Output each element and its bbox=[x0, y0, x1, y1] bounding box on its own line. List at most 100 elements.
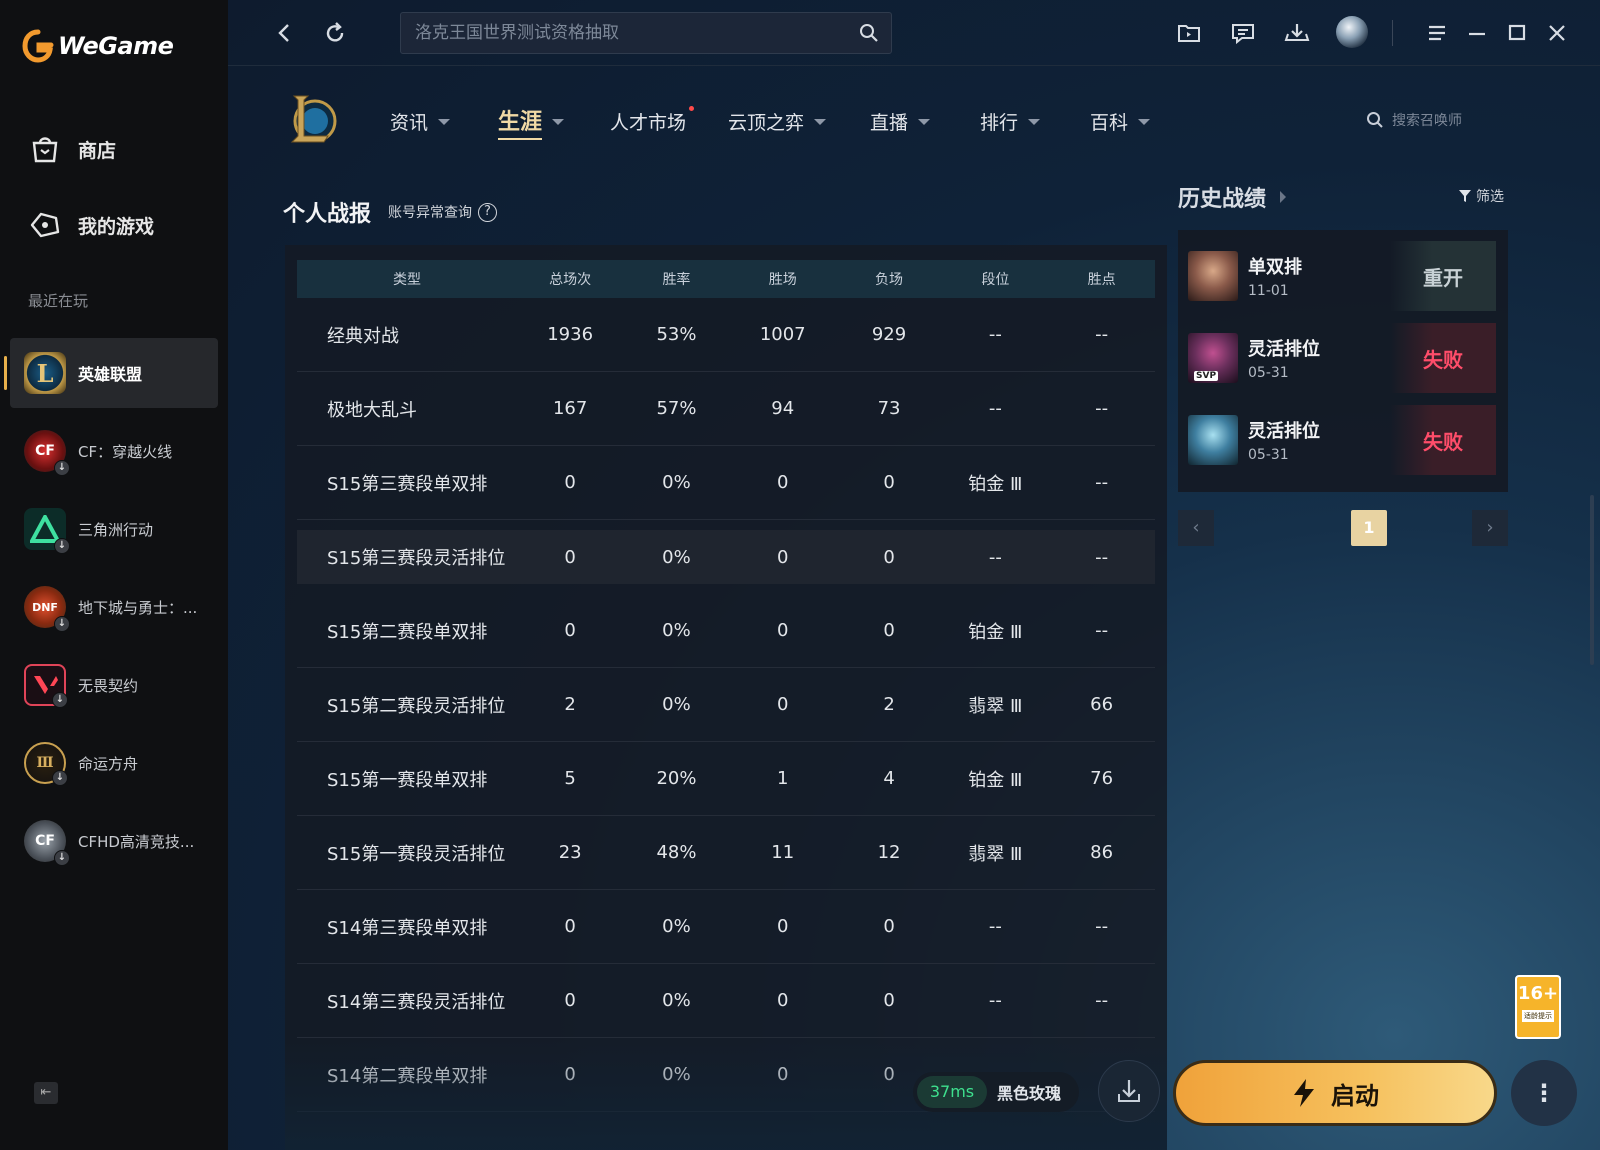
delta-force-icon: ↓ bbox=[24, 508, 70, 554]
recent-game-delta-force[interactable]: ↓ 三角洲行动 bbox=[10, 494, 218, 564]
search-icon bbox=[1367, 112, 1383, 128]
table-cell: 经典对战 bbox=[327, 325, 399, 347]
table-row: S15第三赛段单双排 0 0% 0 0 铂金 Ⅲ -- bbox=[297, 446, 1155, 520]
summoner-search-input[interactable]: 搜索召唤师 bbox=[1358, 100, 1508, 140]
match-mode: 单双排 bbox=[1248, 257, 1302, 278]
update-download-button[interactable] bbox=[1098, 1060, 1160, 1122]
tab-wiki[interactable]: 百科 bbox=[1090, 108, 1151, 135]
table-cell: S14第三赛段单双排 bbox=[327, 917, 488, 939]
nav-my-games[interactable]: 我的游戏 bbox=[28, 208, 154, 242]
table-row: S15第二赛段灵活排位 2 0% 0 2 翡翠 Ⅲ 66 bbox=[297, 668, 1155, 742]
more-options-button[interactable]: ⋮ bbox=[1511, 1060, 1577, 1126]
tab-career[interactable]: 生涯 bbox=[498, 104, 565, 140]
champion-portrait: SVP bbox=[1188, 333, 1238, 383]
game-name: CFHD高清竞技... bbox=[78, 832, 195, 851]
match-result: 失败 bbox=[1390, 405, 1496, 475]
download-badge-icon: ↓ bbox=[52, 692, 68, 708]
account-check-link[interactable]: 账号异常查询 ? bbox=[388, 202, 497, 222]
page-number-button[interactable]: 1 bbox=[1351, 510, 1387, 546]
summoner-search-placeholder: 搜索召唤师 bbox=[1392, 113, 1462, 129]
filter-button[interactable]: 筛选 bbox=[1458, 186, 1504, 206]
column-header: 段位 bbox=[981, 272, 1010, 288]
tab-tft[interactable]: 云顶之弈 bbox=[728, 108, 827, 135]
table-cell: 48% bbox=[656, 842, 697, 863]
chevron-right-icon: › bbox=[1486, 517, 1494, 538]
age-rating-text: 适龄提示 bbox=[1522, 1010, 1554, 1022]
recent-game-league-of-legends[interactable]: L 英雄联盟 bbox=[4, 338, 218, 408]
table-header: 类型 总场次 胜率 胜场 负场 段位 胜点 bbox=[297, 260, 1155, 298]
filter-icon bbox=[1459, 190, 1471, 202]
table-cell: 86 bbox=[1090, 842, 1114, 863]
table-cell: 94 bbox=[771, 398, 795, 419]
tab-news[interactable]: 资讯 bbox=[390, 108, 451, 135]
download-manager-icon[interactable] bbox=[1284, 20, 1310, 46]
next-page-button[interactable]: › bbox=[1472, 510, 1508, 546]
server-selector[interactable]: 37ms 黑色玫瑰 bbox=[913, 1072, 1079, 1112]
account-check-label: 账号异常查询 bbox=[388, 205, 472, 221]
match-item[interactable]: 灵活排位 05-31 失败 bbox=[1188, 405, 1496, 475]
recent-game-cfhd[interactable]: CF ↓ CFHD高清竞技... bbox=[10, 806, 218, 876]
search-icon[interactable] bbox=[859, 23, 879, 43]
table-cell: -- bbox=[988, 398, 1002, 419]
global-search-input[interactable]: 洛克王国世界测试资格抽取 bbox=[400, 12, 892, 54]
table-cell: -- bbox=[988, 916, 1002, 937]
launch-label: 启动 bbox=[1331, 1081, 1379, 1110]
recent-game-crossfire[interactable]: CF ↓ CF：穿越火线 bbox=[10, 416, 218, 486]
message-icon[interactable] bbox=[1230, 20, 1256, 46]
launch-game-button[interactable]: 启动 bbox=[1173, 1060, 1497, 1126]
league-of-legends-icon: L bbox=[24, 352, 66, 394]
table-cell: 57% bbox=[656, 398, 697, 419]
chevron-down-icon bbox=[552, 119, 565, 125]
table-cell: -- bbox=[1095, 620, 1109, 641]
table-cell: 53% bbox=[656, 324, 697, 345]
table-cell: S15第一赛段灵活排位 bbox=[327, 843, 506, 865]
user-avatar[interactable] bbox=[1336, 16, 1368, 48]
tab-talent-market[interactable]: 人才市场 bbox=[610, 106, 695, 135]
gamepad-icon bbox=[30, 212, 60, 238]
table-cell: 20% bbox=[656, 768, 697, 789]
download-badge-icon: ↓ bbox=[52, 770, 68, 786]
stats-table: 类型 总场次 胜率 胜场 负场 段位 胜点 经典对战 1936 53% 1007 929… bbox=[285, 245, 1167, 1150]
chevron-down-icon bbox=[814, 118, 827, 125]
match-history-title[interactable]: 历史战绩 bbox=[1178, 181, 1287, 213]
folder-play-icon[interactable] bbox=[1176, 20, 1202, 46]
download-badge-icon: ↓ bbox=[54, 850, 70, 866]
recent-game-dnf[interactable]: DNF ↓ 地下城与勇士：... bbox=[10, 572, 218, 642]
table-cell: 0% bbox=[662, 1064, 691, 1085]
table-cell: S15第三赛段灵活排位 bbox=[327, 548, 506, 569]
table-cell: 66 bbox=[1090, 694, 1114, 715]
tab-ranking[interactable]: 排行 bbox=[980, 108, 1041, 135]
collapse-sidebar-button[interactable]: ⇤ bbox=[34, 1082, 58, 1104]
league-of-legends-logo-icon[interactable] bbox=[288, 92, 338, 146]
table-row: 经典对战 1936 53% 1007 929 -- -- bbox=[297, 298, 1155, 372]
age-rating-badge[interactable]: 16+ 适龄提示 bbox=[1515, 975, 1561, 1039]
chevron-down-icon bbox=[918, 118, 931, 125]
chevron-down-icon bbox=[1138, 118, 1151, 125]
scrollbar[interactable] bbox=[1590, 495, 1594, 665]
recent-game-valorant[interactable]: ↓ 无畏契约 bbox=[10, 650, 218, 720]
match-item[interactable]: SVP 灵活排位 05-31 失败 bbox=[1188, 323, 1496, 393]
minimize-icon[interactable] bbox=[1464, 20, 1490, 46]
previous-page-button[interactable]: ‹ bbox=[1178, 510, 1214, 546]
maximize-icon[interactable] bbox=[1504, 20, 1530, 46]
help-icon[interactable]: ? bbox=[478, 202, 497, 222]
back-arrow-icon[interactable] bbox=[272, 20, 298, 46]
table-cell: -- bbox=[1095, 324, 1109, 345]
table-cell: -- bbox=[988, 546, 1002, 568]
valorant-icon: ↓ bbox=[24, 664, 68, 708]
refresh-icon[interactable] bbox=[322, 20, 348, 46]
wegame-logo-icon bbox=[22, 29, 54, 63]
recent-game-lost-ark[interactable]: Ⅲ ↓ 命运方舟 bbox=[10, 728, 218, 798]
match-item[interactable]: 单双排 11-01 重开 bbox=[1188, 241, 1496, 311]
menu-icon[interactable] bbox=[1424, 20, 1450, 46]
close-icon[interactable] bbox=[1544, 20, 1570, 46]
more-vertical-icon: ⋮ bbox=[1532, 1079, 1556, 1107]
tab-live[interactable]: 直播 bbox=[870, 108, 931, 135]
match-date: 05-31 bbox=[1248, 365, 1289, 381]
table-cell: 0 bbox=[883, 546, 895, 568]
game-name: 地下城与勇士：... bbox=[78, 598, 198, 617]
table-cell: -- bbox=[1095, 398, 1109, 419]
wegame-logo[interactable]: WeGame bbox=[22, 28, 174, 64]
nav-store[interactable]: 商店 bbox=[28, 132, 116, 166]
tab-label: 云顶之弈 bbox=[728, 112, 805, 134]
